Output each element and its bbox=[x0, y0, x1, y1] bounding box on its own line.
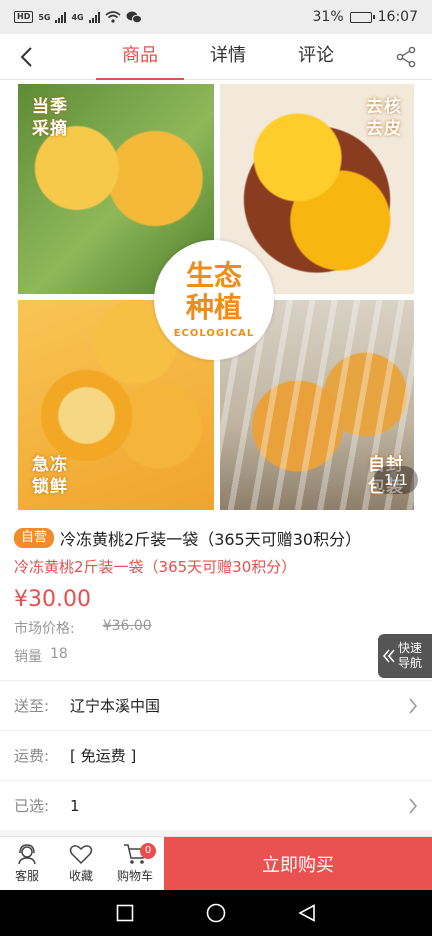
image-pager: 1/1 bbox=[374, 466, 418, 494]
quick-nav-button[interactable]: 快速导航 bbox=[378, 634, 432, 678]
ecological-badge-subtitle: ECOLOGICAL bbox=[173, 328, 255, 339]
delivery-value: 辽宁本溪中国 bbox=[70, 697, 161, 715]
shipping-value: [ 免运费 ] bbox=[70, 747, 137, 765]
cart-button[interactable]: 购物车 0 bbox=[108, 837, 162, 890]
bottom-action-bar: 客服 收藏 购物车 0 立即购买 bbox=[0, 836, 432, 891]
tab-bar: 商品 详情 评论 bbox=[96, 34, 360, 81]
customer-service-button[interactable]: 客服 bbox=[0, 837, 54, 890]
top-nav: 商品 详情 评论 bbox=[0, 34, 432, 81]
option-rows: 送至: 辽宁本溪中国 运费: [ 免运费 ] 已选: 1 bbox=[0, 680, 432, 830]
home-icon[interactable] bbox=[206, 903, 226, 923]
delivery-label: 送至: bbox=[14, 697, 50, 715]
share-button[interactable] bbox=[392, 43, 420, 71]
battery-percent: 31% bbox=[312, 9, 344, 25]
favorite-button[interactable]: 收藏 bbox=[54, 837, 108, 890]
sales-label: 销量 bbox=[14, 649, 42, 665]
status-left: HD 5G 4G bbox=[14, 11, 142, 24]
recent-apps-icon[interactable] bbox=[116, 904, 134, 922]
product-price: ¥30.00 bbox=[14, 587, 91, 612]
shipping-row: 运费: [ 免运费 ] bbox=[0, 730, 432, 780]
sales-value: 18 bbox=[50, 646, 68, 662]
market-price-label: 市场价格: bbox=[14, 621, 75, 637]
customer-service-label: 客服 bbox=[14, 869, 39, 883]
tab-reviews[interactable]: 评论 bbox=[272, 34, 360, 80]
signal-icon bbox=[55, 11, 67, 23]
cart-label: 购物车 bbox=[116, 869, 153, 883]
network-4g-label: 4G bbox=[71, 12, 84, 22]
cart-count-badge: 0 bbox=[140, 843, 156, 859]
shipping-label: 运费: bbox=[14, 747, 50, 765]
market-price-row: 市场价格: ¥36.00 bbox=[14, 618, 418, 638]
product-subtitle: 冷冻黄桃2斤装一袋（365天可赠30积分） bbox=[14, 558, 297, 576]
selected-value: 1 bbox=[70, 796, 80, 815]
ecological-badge-title: 生态种植 bbox=[185, 259, 242, 324]
tag-frozen: 急冻锁鲜 bbox=[32, 455, 68, 497]
battery-icon bbox=[349, 11, 375, 23]
wifi-icon bbox=[105, 11, 121, 23]
product-info: 自营 冷冻黄桃2斤装一袋（365天可赠30积分） 冷冻黄桃2斤装一袋（365天可… bbox=[0, 512, 432, 680]
sales-row: 销量 18 bbox=[14, 646, 418, 666]
heart-icon bbox=[69, 845, 93, 865]
favorite-label: 收藏 bbox=[68, 869, 93, 883]
tag-pitted: 去核去皮 bbox=[366, 97, 402, 139]
signal-icon-2 bbox=[88, 11, 100, 23]
status-bar: HD 5G 4G 31% 16:07 bbox=[0, 0, 432, 34]
tab-product[interactable]: 商品 bbox=[96, 34, 184, 81]
customer-service-icon bbox=[18, 844, 36, 865]
back-button[interactable] bbox=[12, 43, 40, 71]
hd-badge: HD bbox=[14, 11, 34, 23]
back-icon[interactable] bbox=[298, 904, 316, 922]
buy-now-button[interactable]: 立即购买 bbox=[164, 837, 432, 891]
product-image-carousel[interactable]: 当季采摘 去核去皮 急冻锁鲜 自封包装 生态种植 ECOLOGICAL 1/1 bbox=[0, 80, 432, 512]
product-title: 冷冻黄桃2斤装一袋（365天可赠30积分） bbox=[60, 530, 362, 549]
selected-row[interactable]: 已选: 1 bbox=[0, 780, 432, 830]
self-operated-badge: 自营 bbox=[14, 528, 55, 548]
network-5g-label: 5G bbox=[38, 12, 51, 22]
title-row: 自营 冷冻黄桃2斤装一袋（365天可赠30积分） bbox=[14, 526, 418, 550]
chevron-right-icon bbox=[409, 798, 418, 814]
clock: 16:07 bbox=[377, 9, 418, 25]
double-chevron-left-icon bbox=[382, 649, 395, 663]
tab-details[interactable]: 详情 bbox=[184, 34, 272, 80]
share-icon bbox=[396, 46, 416, 68]
ecological-badge: 生态种植 ECOLOGICAL bbox=[154, 240, 274, 360]
chevron-right-icon bbox=[409, 698, 418, 714]
market-price: ¥36.00 bbox=[102, 618, 152, 634]
system-nav-bar bbox=[0, 890, 432, 936]
back-arrow-icon bbox=[20, 47, 32, 67]
quick-nav-label: 快速导航 bbox=[398, 641, 423, 670]
tag-seasonal: 当季采摘 bbox=[32, 97, 68, 139]
status-right: 31% 16:07 bbox=[313, 9, 418, 25]
wechat-icon bbox=[126, 11, 142, 23]
selected-label: 已选: bbox=[14, 797, 50, 815]
delivery-row[interactable]: 送至: 辽宁本溪中国 bbox=[0, 680, 432, 730]
